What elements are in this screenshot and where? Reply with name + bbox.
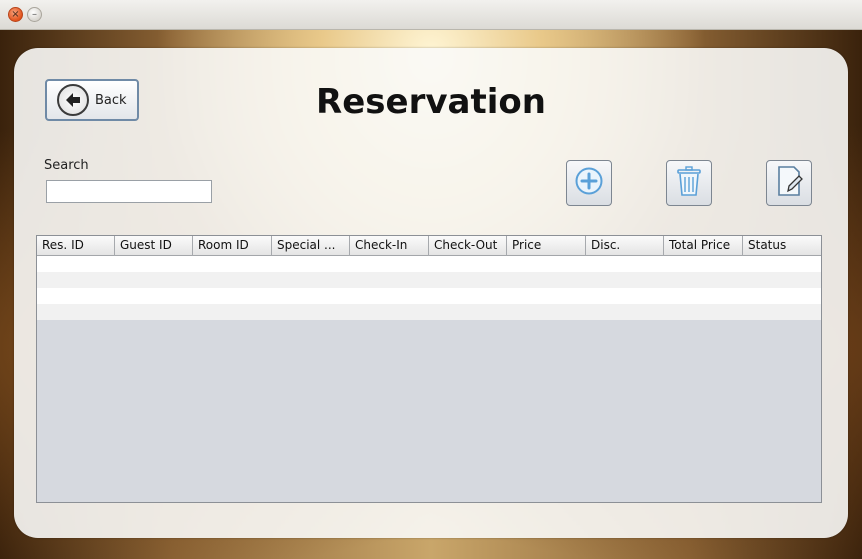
main-panel: Back Reservation Search Res. ID Guest ID… xyxy=(14,48,848,538)
table-row[interactable] xyxy=(37,288,821,304)
column-header[interactable]: Check-In xyxy=(350,236,429,256)
window-close-button[interactable]: × xyxy=(8,7,23,22)
search-label: Search xyxy=(44,158,89,173)
reservation-table[interactable]: Res. ID Guest ID Room ID Special ... Che… xyxy=(36,235,822,503)
column-header[interactable]: Price xyxy=(507,236,586,256)
delete-button[interactable] xyxy=(666,160,712,206)
window-titlebar: × – xyxy=(0,0,862,30)
column-header[interactable]: Status xyxy=(743,236,821,256)
column-header[interactable]: Special ... xyxy=(272,236,350,256)
table-row[interactable] xyxy=(37,272,821,288)
plus-circle-icon xyxy=(574,166,604,200)
table-row[interactable] xyxy=(37,304,821,320)
column-header[interactable]: Check-Out xyxy=(429,236,507,256)
column-header[interactable]: Res. ID xyxy=(37,236,115,256)
edit-document-icon xyxy=(774,164,804,202)
table-row[interactable] xyxy=(37,256,821,272)
search-input[interactable] xyxy=(46,180,212,203)
table-header: Res. ID Guest ID Room ID Special ... Che… xyxy=(37,236,821,256)
window-minimize-button[interactable]: – xyxy=(27,7,42,22)
column-header[interactable]: Total Price xyxy=(664,236,743,256)
column-header[interactable]: Guest ID xyxy=(115,236,193,256)
column-header[interactable]: Disc. xyxy=(586,236,664,256)
trash-icon xyxy=(675,165,703,201)
edit-button[interactable] xyxy=(766,160,812,206)
page-title: Reservation xyxy=(316,82,546,122)
add-button[interactable] xyxy=(566,160,612,206)
column-header[interactable]: Room ID xyxy=(193,236,272,256)
